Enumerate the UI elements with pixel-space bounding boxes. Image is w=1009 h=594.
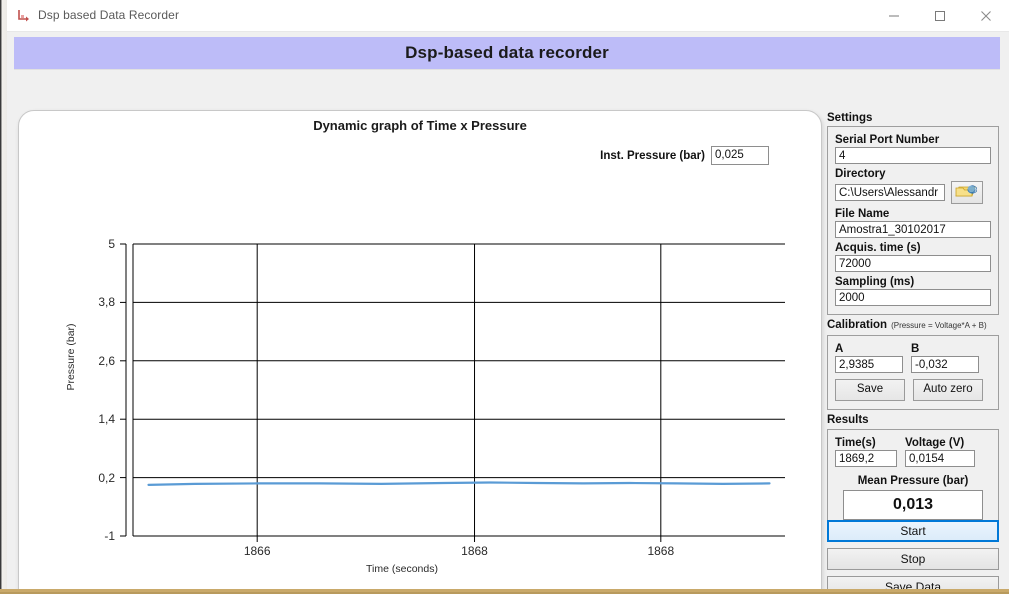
settings-column: Settings Serial Port Number 4 Directory … — [827, 112, 999, 529]
results-group: Time(s) 1869,2 Voltage (V) 0,0154 Mean P… — [827, 429, 999, 529]
app-header-banner: Dsp-based data recorder — [14, 37, 1000, 69]
file-name-input[interactable]: Amostra1_30102017 — [835, 221, 991, 238]
save-calibration-button[interactable]: Save — [835, 379, 905, 401]
folder-browse-icon[interactable] — [951, 181, 983, 204]
app-header-title: Dsp-based data recorder — [405, 43, 609, 62]
calibration-a-input[interactable]: 2,9385 — [835, 356, 903, 373]
mean-pressure-value: 0,013 — [843, 490, 983, 520]
mean-pressure-label: Mean Pressure (bar) — [857, 475, 969, 487]
calibration-formula: (Pressure = Voltage*A + B) — [891, 321, 987, 330]
settings-group-caption: Settings — [827, 112, 873, 124]
start-button[interactable]: Start — [827, 520, 999, 542]
sampling-input[interactable]: 2000 — [835, 289, 991, 306]
serial-port-input[interactable]: 4 — [835, 147, 991, 164]
save-data-button[interactable]: Save Data — [827, 576, 999, 589]
title-bar: Dsp based Data Recorder — [7, 0, 1009, 32]
calibration-group: A 2,9385 B -0,032 Save Auto zero — [827, 335, 999, 410]
stop-button[interactable]: Stop — [827, 548, 999, 570]
minimize-icon[interactable] — [871, 0, 917, 31]
action-buttons: Start Stop Save Data — [827, 520, 999, 589]
window-title: Dsp based Data Recorder — [38, 8, 180, 22]
serial-port-label: Serial Port Number — [835, 134, 940, 146]
background-window-sliver-left — [0, 0, 7, 594]
close-icon[interactable] — [963, 0, 1009, 31]
plot-canvas — [120, 243, 785, 542]
result-time-label: Time(s) — [835, 437, 876, 449]
acquisition-time-label: Acquis. time (s) — [835, 242, 921, 254]
client-area: Dsp-based data recorder Dynamic graph of… — [7, 32, 1009, 589]
result-voltage-value: 0,0154 — [905, 450, 975, 467]
application-window: Dsp based Data Recorder Dsp-based data r… — [7, 0, 1009, 589]
file-name-label: File Name — [835, 208, 890, 220]
settings-group: Serial Port Number 4 Directory C:\Users\… — [827, 126, 999, 315]
auto-zero-button[interactable]: Auto zero — [913, 379, 983, 401]
calibration-b-input[interactable]: -0,032 — [911, 356, 979, 373]
result-time-value: 1869,2 — [835, 450, 897, 467]
calibration-caption-text: Calibration — [827, 319, 888, 331]
calibration-b-label: B — [911, 343, 920, 355]
acquisition-time-input[interactable]: 72000 — [835, 255, 991, 272]
desktop-background: Dsp based Data Recorder Dsp-based data r… — [0, 0, 1009, 594]
sampling-label: Sampling (ms) — [835, 276, 915, 288]
app-icon — [16, 8, 32, 24]
calibration-a-label: A — [835, 343, 844, 355]
result-voltage-label: Voltage (V) — [905, 437, 965, 449]
plot-area: Pressure (bar) Time (seconds) 5 3,8 2,6 1,4… — [19, 111, 821, 589]
results-group-caption: Results — [827, 414, 869, 426]
directory-label: Directory — [835, 168, 886, 180]
calibration-group-caption: Calibration (Pressure = Voltage*A + B) — [827, 319, 999, 332]
maximize-icon[interactable] — [917, 0, 963, 31]
directory-input[interactable]: C:\Users\Alessandr — [835, 184, 945, 201]
chart-panel: Dynamic graph of Time x Pressure Inst. P… — [18, 110, 822, 589]
